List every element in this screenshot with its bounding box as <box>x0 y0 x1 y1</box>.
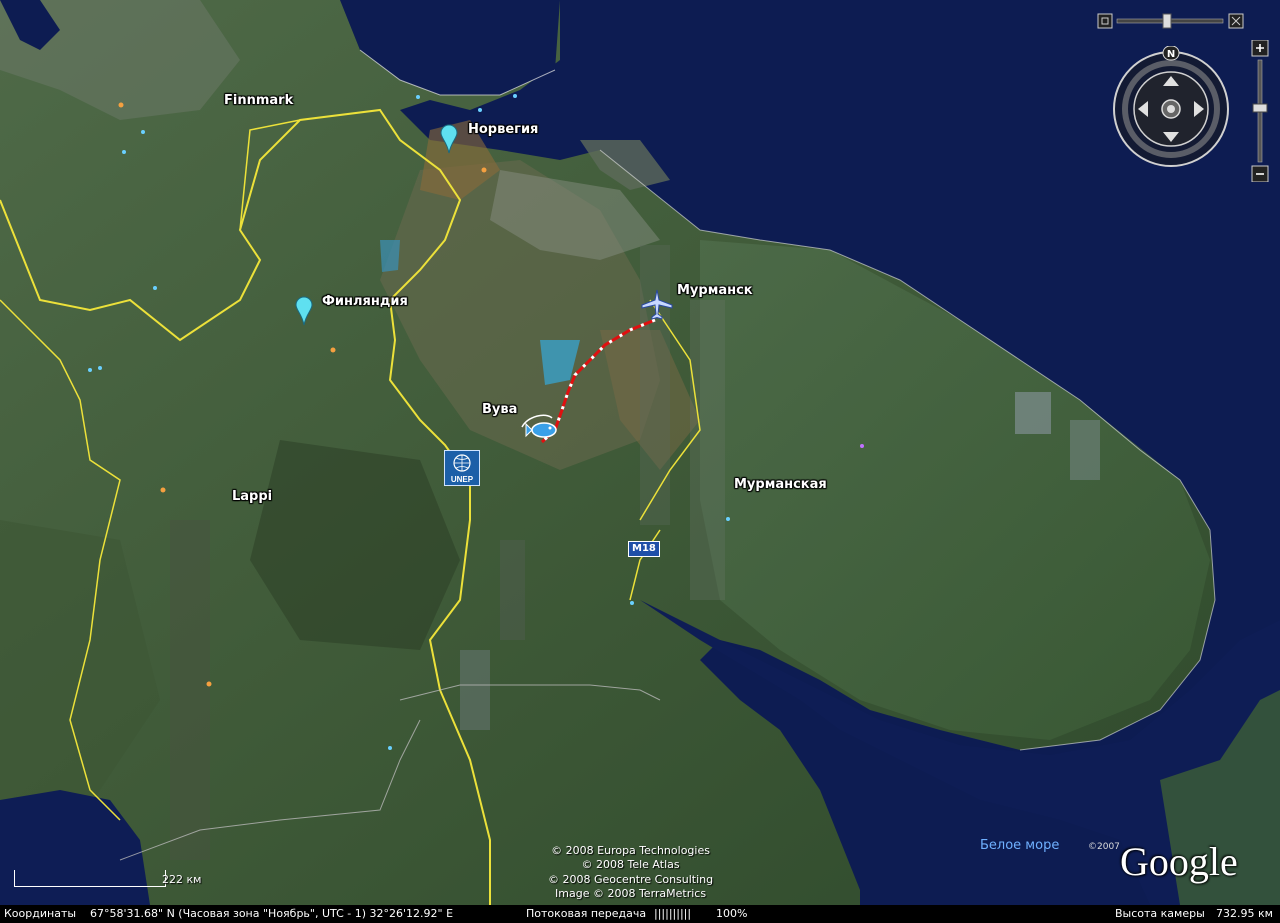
label-murmansk-region: Мурманская <box>734 477 827 492</box>
unep-label: UNEP <box>450 475 474 484</box>
credit-line: © 2008 Europa Technologies <box>551 844 710 857</box>
google-logo: Google <box>1120 839 1238 884</box>
unep-icon[interactable]: UNEP <box>444 450 480 486</box>
map-view[interactable]: Finnmark Норвегия Финляндия Мурманск Вув… <box>0 0 1280 923</box>
credit-line: Image © 2008 TerraMetrics <box>555 886 707 900</box>
label-finnmark: Finnmark <box>224 93 294 108</box>
altitude-value: 732.95 км <box>1216 907 1273 920</box>
overview-slider[interactable] <box>1097 10 1247 32</box>
globe-icon <box>453 454 471 472</box>
label-murmansk-city[interactable]: Мурманск <box>677 283 753 298</box>
copyright-year: ©2007 <box>1088 842 1120 852</box>
streaming-bar: |||||||||| <box>654 907 692 920</box>
satellite-imagery <box>0 0 1280 923</box>
coords-label: Координаты <box>4 907 77 920</box>
altitude-label: Высота камеры <box>1115 907 1205 920</box>
compass-icon[interactable]: N <box>1108 46 1234 172</box>
scale-label: 222 км <box>162 873 202 886</box>
placemark-icon[interactable] <box>440 124 458 154</box>
status-bar: Координаты 67°58'31.68" N (Часовая зона … <box>0 905 1280 923</box>
imagery-credits: © 2008 Europa Technologies © 2008 Tele A… <box>548 844 713 901</box>
zoom-slider-icon[interactable] <box>1250 40 1270 182</box>
fishing-icon[interactable] <box>520 410 558 440</box>
airplane-icon[interactable] <box>640 288 674 320</box>
label-lappi: Lappi <box>232 489 273 504</box>
label-vuva[interactable]: Вува <box>482 402 517 417</box>
credit-line: © 2008 Tele Atlas <box>581 858 680 872</box>
label-white-sea: Белое море <box>980 838 1060 853</box>
streaming-value: 100% <box>716 907 748 920</box>
placemark-icon[interactable] <box>295 296 313 326</box>
north-indicator: N <box>1167 49 1175 60</box>
streaming-label: Потоковая передача <box>526 907 647 920</box>
label-finland[interactable]: Финляндия <box>322 294 408 309</box>
road-shield: M18 <box>628 541 660 557</box>
scale-bar <box>14 870 166 887</box>
coords-value: 67°58'31.68" N (Часовая зона "Ноябрь", U… <box>90 907 454 920</box>
label-norway[interactable]: Норвегия <box>468 122 538 137</box>
credit-line: © 2008 Geocentre Consulting <box>548 872 714 886</box>
